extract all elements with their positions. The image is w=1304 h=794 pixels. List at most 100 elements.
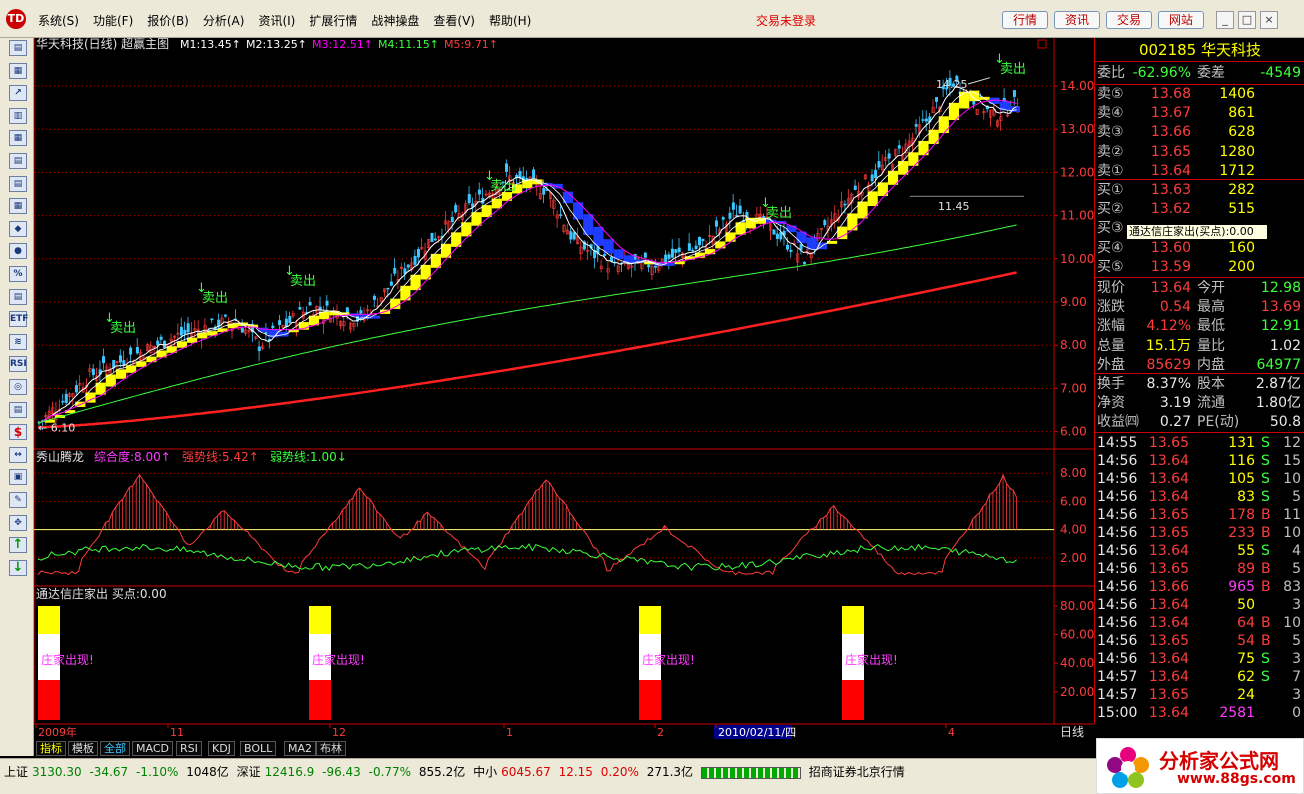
toolbar-button-12[interactable]: ETF	[9, 311, 28, 328]
y-tick-label: 9.00	[1060, 295, 1087, 309]
tick-row-cell: 3	[1292, 597, 1301, 613]
tick-row-cell: 14:56	[1097, 579, 1138, 595]
minimize-icon[interactable]: _	[1216, 11, 1234, 29]
buy-row: 买④ 13.60 160	[1095, 239, 1304, 257]
toolbar-button-11[interactable]: ▤	[9, 288, 27, 305]
candle-body	[179, 326, 183, 336]
top-button-2[interactable]: 交易	[1106, 11, 1152, 29]
top-button-3[interactable]: 网站	[1158, 11, 1204, 29]
toolbar-button-5[interactable]: ▤	[9, 153, 27, 169]
ind2-y-tick: 40.00	[1060, 656, 1094, 670]
toolbar-button-22[interactable]: ↑	[9, 537, 27, 554]
menu-item-8[interactable]: 帮助(H)	[489, 12, 531, 29]
menu-item-4[interactable]: 资讯(I)	[258, 12, 295, 29]
toolbar-button-16[interactable]: ▤	[9, 401, 27, 418]
toolbar-button-3[interactable]: ▥	[9, 107, 27, 124]
chart-area[interactable]: 6.007.008.009.0010.0011.0012.0013.0014.0…	[34, 38, 1094, 740]
candle-body	[897, 145, 901, 149]
menu-item-0[interactable]: 系统(S)	[38, 12, 79, 29]
stat-row-cell: 85629	[1146, 356, 1191, 373]
toolbar-button-14[interactable]: RSI	[9, 356, 27, 373]
toolbar-button-23[interactable]: ↓	[9, 559, 27, 576]
tick-row: 14:56 13.64 75 S 3	[1095, 650, 1304, 668]
toolbar-button-10[interactable]: %	[9, 266, 27, 282]
sz-amount: 855.2亿	[418, 765, 466, 779]
candle-body	[298, 307, 302, 310]
stat-row-cell: 15.1万	[1145, 337, 1191, 354]
tab-6[interactable]: BOLL	[240, 741, 277, 756]
restore-icon[interactable]: □	[1238, 11, 1256, 29]
toolbar-button-8[interactable]: ◆	[9, 220, 27, 237]
toolbar-button-13[interactable]: ≋	[9, 333, 27, 350]
menu-item-1[interactable]: 功能(F)	[93, 12, 133, 29]
stat-row: 现价 13.64 今开 12.98	[1095, 279, 1304, 297]
sell-arrow-icon: ↓	[196, 281, 207, 296]
tick-row-cell: 64	[1237, 615, 1255, 631]
candle-body	[504, 163, 508, 172]
menu-item-2[interactable]: 报价(B)	[147, 12, 189, 29]
sz-change: -96.43	[322, 765, 361, 779]
sell-row-cell: 卖⑤	[1097, 86, 1124, 102]
sell-arrow-icon: ↓	[284, 264, 295, 279]
tab-4[interactable]: RSI	[176, 741, 202, 756]
ind2-y-tick: 80.00	[1060, 599, 1094, 613]
candle-body	[393, 267, 397, 274]
tick-row-cell: 13.65	[1148, 633, 1189, 649]
menu-bar: TD 系统(S) 功能(F) 报价(B) 分析(A) 资讯(I) 扩展行情 战神操盘 查看(V…	[0, 0, 1304, 38]
toolbar-button-4[interactable]: ▦	[9, 130, 27, 147]
candle-body	[406, 264, 410, 268]
tab-1[interactable]: 模板	[68, 741, 98, 756]
stat-row-cell: 总量	[1097, 337, 1125, 354]
tab-5[interactable]: KDJ	[208, 741, 235, 756]
candle-body	[789, 249, 793, 252]
tab-8[interactable]: 布林	[316, 741, 346, 756]
dealer-bar-top	[639, 606, 661, 634]
menu-item-6[interactable]: 战神操盘	[371, 12, 419, 29]
toolbar-button-2[interactable]: ↗	[9, 85, 27, 102]
tick-row-cell: 15:00	[1097, 705, 1138, 721]
sz-percent: -0.77%	[368, 765, 412, 779]
top-button-0[interactable]: 行情	[1002, 11, 1048, 29]
toolbar-button-21[interactable]: ✥	[9, 514, 27, 531]
toolbar-button-7[interactable]: ▦	[9, 198, 27, 215]
stat-row: 外盘 85629 内盘 64977	[1095, 356, 1304, 374]
zx-change: 12.15	[558, 765, 593, 779]
menu-item-3[interactable]: 分析(A)	[203, 12, 245, 29]
toolbar-button-18[interactable]: ↔	[9, 446, 27, 463]
menu-item-5[interactable]: 扩展行情	[309, 12, 357, 29]
candle-body	[372, 295, 376, 300]
tick-row-cell: 14:55	[1097, 435, 1138, 451]
candle-body	[532, 169, 536, 179]
tab-7[interactable]: MA2	[284, 741, 317, 756]
stat-row-cell: 4.12%	[1146, 318, 1191, 335]
tick-row: 14:57 13.64 62 S 7	[1095, 668, 1304, 686]
band-segment	[593, 226, 604, 246]
close-icon[interactable]: ×	[1260, 11, 1278, 29]
toolbar-button-9[interactable]: ●	[9, 243, 27, 260]
candle-body	[674, 249, 678, 253]
toolbar-button-17[interactable]: $	[9, 424, 27, 441]
candle-body	[359, 310, 363, 314]
toolbar-button-1[interactable]: ▦	[9, 62, 27, 79]
tab-2[interactable]: 全部	[100, 741, 130, 756]
toolbar-button-6[interactable]: ▤	[9, 175, 27, 192]
top-buttons: 行情 资讯 交易 网站	[1002, 11, 1204, 29]
toolbar-button-19[interactable]: ▣	[9, 469, 27, 486]
toolbar-button-0[interactable]: ▤	[9, 40, 27, 56]
tick-row-cell: 4	[1292, 543, 1301, 559]
menu-item-7[interactable]: 查看(V)	[433, 12, 475, 29]
toolbar-button-20[interactable]: ✎	[9, 492, 27, 508]
top-button-1[interactable]: 资讯	[1054, 11, 1100, 29]
tick-row-cell: 13.64	[1148, 615, 1189, 631]
candle-body	[664, 254, 668, 264]
stat2-row-cell: 流通	[1197, 395, 1225, 412]
ma-label: M1:13.45↑	[180, 38, 241, 51]
buy-row-cell: 515	[1228, 201, 1255, 218]
watermark-title: 分析家公式网	[1159, 749, 1279, 773]
stat-row-cell: 13.64	[1150, 280, 1191, 296]
candle-body	[786, 244, 790, 250]
tab-0[interactable]: 指标	[36, 741, 66, 756]
toolbar-button-15[interactable]: ◎	[9, 379, 27, 395]
tab-3[interactable]: MACD	[132, 741, 173, 756]
dealer-bar-top	[38, 606, 60, 634]
